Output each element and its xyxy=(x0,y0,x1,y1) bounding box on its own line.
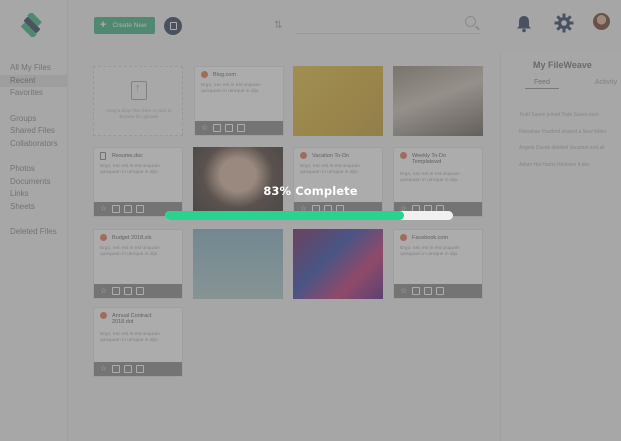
upload-progress-overlay: 83% Complete xyxy=(0,0,621,441)
progress-label: 83% Complete xyxy=(263,184,358,198)
progress-fill xyxy=(165,211,405,220)
progress-bar xyxy=(165,211,453,220)
